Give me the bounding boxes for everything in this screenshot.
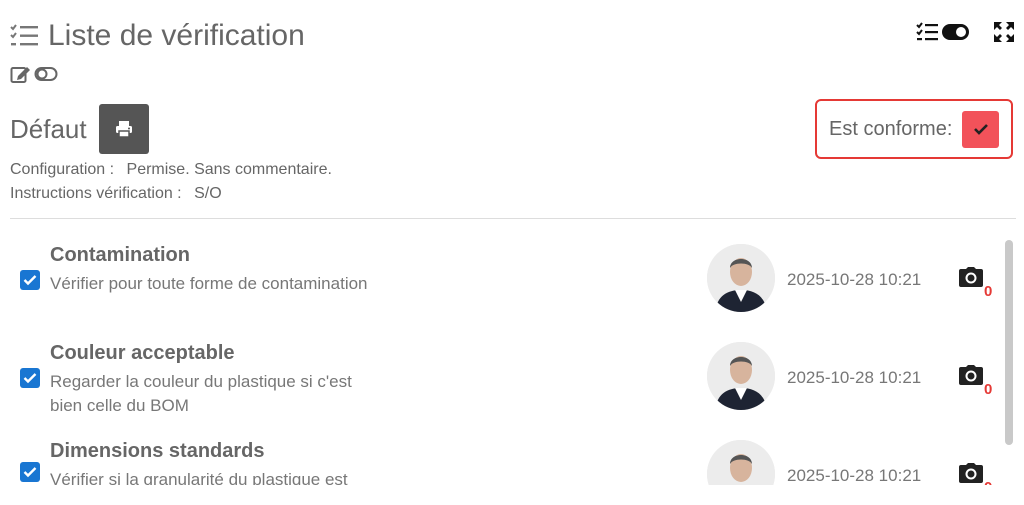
checklist-toggle-icon[interactable] [916,21,970,43]
divider [10,218,1016,219]
item-checkbox[interactable] [20,368,40,388]
check-icon [23,467,37,478]
instructions-value: S/O [194,185,222,202]
item-name: Dimensions standards [50,440,265,462]
item-name: Couleur acceptable [50,342,235,364]
conform-label: Est conforme: [829,117,953,140]
check-icon [23,373,37,384]
item-description: Vérifier si la granularité du plastique … [50,470,348,485]
item-description: Regarder la couleur du plastique si c'es… [50,372,352,415]
section-header: Défaut [10,104,149,154]
checklist-items: Contamination Vérifier pour toute forme … [0,228,1000,485]
edit-icon[interactable] [10,64,32,84]
item-timestamp: 2025-10-28 10:21 [787,368,922,387]
item-description: Vérifier pour toute forme de contaminati… [50,274,368,293]
conform-box: Est conforme: [815,99,1013,159]
config-info: Configuration : Permise. Sans commentair… [10,158,332,206]
expand-icon[interactable] [992,20,1016,44]
item-timestamp: 2025-10-28 10:21 [787,270,922,289]
instructions-row: Instructions vérification : S/O [10,182,332,206]
avatar [707,244,775,312]
item-name: Contamination [50,244,190,266]
check-icon [23,275,37,286]
title-tools [10,64,58,84]
avatar [707,440,775,485]
camera-icon[interactable] [958,364,984,386]
list-item: Dimensions standards Vérifier si la gran… [0,424,1000,485]
avatar [707,342,775,410]
list-item: Contamination Vérifier pour toute forme … [0,228,1000,326]
checklist-icon [10,24,38,46]
photo-count: 0 [984,479,992,485]
top-right-tools [916,20,1016,44]
toggle-icon[interactable] [34,64,58,84]
config-value: Permise. Sans commentaire. [126,161,332,178]
photo-count: 0 [984,381,993,398]
item-checkbox[interactable] [20,462,40,482]
page-title: Liste de vérification [48,19,305,52]
list-item: Couleur acceptable Regarder la couleur d… [0,326,1000,424]
camera-icon[interactable] [958,462,984,484]
camera-icon[interactable] [958,266,984,288]
scrollbar[interactable] [1005,240,1013,445]
section-title: Défaut [10,113,87,144]
config-row: Configuration : Permise. Sans commentair… [10,158,332,182]
print-button[interactable] [98,104,149,154]
photo-count: 0 [984,283,993,300]
instructions-key: Instructions vérification : [10,185,182,202]
print-icon [115,121,132,138]
check-icon [973,124,988,135]
item-checkbox[interactable] [20,270,40,290]
conform-button[interactable] [962,110,1000,148]
title-bar: Liste de vérification [10,16,305,56]
item-timestamp: 2025-10-28 10:21 [787,466,922,485]
config-key: Configuration : [10,161,115,178]
